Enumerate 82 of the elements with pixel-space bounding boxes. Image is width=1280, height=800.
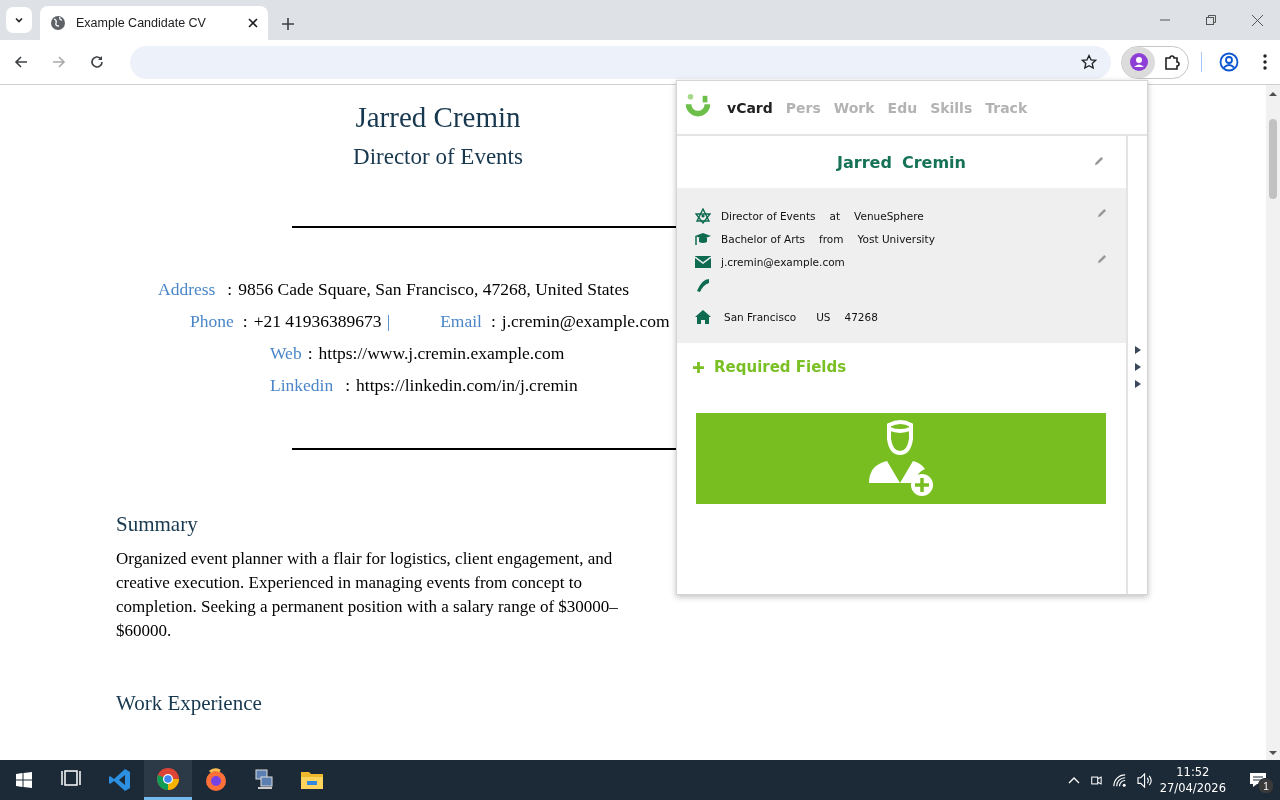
person-icon [1128,52,1149,72]
browser-tab[interactable]: Example Candidate CV [40,6,268,40]
summary-text: Organized event planner with a flair for logistics, client engagement, and creative execution. Experienced in managing events from concept to completion. Seeking a permanent position with a salary range of $30000–$60000. [116,548,619,642]
detail-text: Director of Events [721,210,816,222]
connector-text: at [829,210,841,222]
expand-arrow-icon[interactable] [1134,346,1141,354]
contact-value: +21 41936389673 [253,311,382,332]
address-icon [695,309,711,325]
section-heading: Work Experience [116,691,263,716]
contact-value: https://www.j.cremin.example.com [318,343,565,364]
nav-tab[interactable]: Skills [930,99,973,116]
contact-label: Email [440,311,482,332]
contact-value: j.cremin@example.com [501,311,670,332]
first-name: Jarred [837,152,892,172]
email-icon [695,254,711,270]
colon-separator: : [345,375,351,396]
contact-value: 9856 Cade Square, San Francisco, 47268, United States [238,279,629,300]
pencil-icon[interactable] [1093,156,1104,167]
clock-date[interactable]: 27/04/2026 [1159,780,1226,796]
more-icon [1263,54,1268,70]
nav-tab[interactable]: Edu [887,99,918,116]
detail-text: US [816,311,831,323]
detail-text: j.cremin@example.com [721,256,845,268]
scroll-down-icon[interactable] [1269,750,1277,756]
chevron-down-icon [14,15,24,25]
scrollbar-thumb[interactable] [1269,119,1277,199]
job-title: Director of Events [353,144,523,170]
colon-separator: : [307,343,313,364]
separator-text: | [386,311,391,332]
code-editor-icon [108,768,132,792]
restore-icon [1206,15,1216,25]
contact-value: https://linkedin.com/in/j.cremin [356,375,578,396]
windows-icon [16,772,32,788]
plus-icon [282,18,294,30]
globe-icon [50,15,66,31]
colon-separator: : [490,311,496,332]
nav-tab[interactable]: Work [833,99,875,116]
required-fields-toggle[interactable]: Required Fields [677,343,1126,377]
section-heading: Summary [116,512,199,537]
puzzle-icon [1162,53,1181,71]
colon-separator: : [242,311,248,332]
close-icon[interactable] [248,18,258,28]
detail-text: 47268 [844,311,878,323]
reload-icon [89,55,104,69]
back-arrow-icon [13,55,28,69]
close-icon [1251,14,1263,26]
star-icon[interactable] [1081,54,1098,70]
scroll-up-icon[interactable] [1269,91,1277,97]
browser-icon [156,766,180,791]
contact-label: Linkedin [270,375,334,396]
connector-text: from [819,233,844,245]
forward-arrow-icon [51,55,66,69]
education-icon [695,231,711,247]
clock-time[interactable]: 11:52 [1176,764,1210,780]
nav-tab[interactable]: Track [985,99,1028,116]
contact-label: Phone [190,311,234,332]
nav-tab[interactable]: Pers [785,99,821,116]
minimize-icon [1160,19,1170,21]
account-icon [1219,52,1240,72]
chevron-up-icon[interactable] [1067,776,1080,784]
computers-icon [252,768,276,792]
nav-tab[interactable]: vCard [727,99,773,116]
candidate-name: Jarred Cremin [355,101,521,134]
contact-label: Address [158,279,216,300]
notifications-button[interactable]: 1 [1236,760,1280,800]
expand-arrow-icon[interactable] [1134,363,1141,371]
detail-text: Bachelor of Arts [721,233,806,245]
volume-icon[interactable] [1136,772,1154,788]
detail-text: San Francisco [724,311,797,323]
contact-label: Web [270,343,302,364]
notification-count: 1 [1258,778,1274,794]
taskbar-app[interactable] [144,760,192,800]
wifi-icon[interactable] [1111,772,1127,788]
plus-icon [693,361,704,373]
extension-button[interactable] [1122,46,1156,78]
colon-separator: : [227,279,233,300]
expand-arrow-icon[interactable] [1134,380,1141,388]
phone-icon [695,277,711,293]
detail-text: VenueSphere [854,210,924,222]
last-name: Cremin [901,152,966,172]
tab-title: Example Candidate CV [76,16,207,30]
detail-text: Yost University [857,233,935,245]
